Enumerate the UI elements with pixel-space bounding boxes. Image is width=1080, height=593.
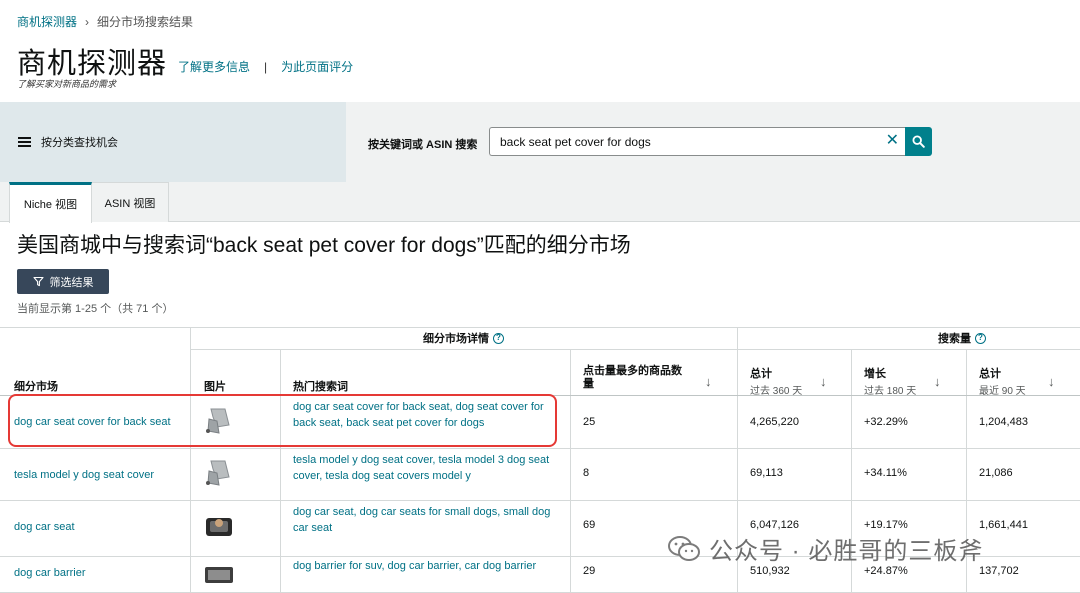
page-subtitle: 了解买家对新商品的需求 [17,79,117,89]
sort-arrow-icon[interactable]: ↓ [1048,374,1055,389]
column-growth-180-sub: 过去 180 天 [864,386,917,397]
search-band: 按分类查找机会 按关键词或 ASIN 搜索 ✕ [0,102,1080,182]
growth-180-value: +34.11% [864,467,907,479]
clicked-products-value: 8 [583,467,590,479]
niche-link[interactable]: dog car barrier [14,565,86,581]
rate-page-link[interactable]: 为此页面评分 [281,58,353,75]
clear-icon[interactable]: ✕ [886,132,899,150]
column-total-90-sub: 最近 90 天 [979,386,1026,397]
total-90-value: 137,702 [979,565,1019,577]
watermark: 公众号 · 必胜哥的三板斧 [667,531,983,566]
total-90-value: 1,661,441 [979,519,1028,531]
total-90-value: 1,204,483 [979,416,1028,428]
growth-180-value: +19.17% [864,519,908,531]
column-top-search-terms[interactable]: 热门搜索词 [293,378,348,394]
breadcrumb: 商机探测器 › 细分市场搜索结果 [17,13,193,30]
results-title: 美国商城中与搜索词“back seat pet cover for dogs”匹… [17,234,631,257]
page-title: 商机探测器 [17,48,168,80]
product-thumbnail[interactable] [203,457,235,489]
search-input[interactable] [490,128,870,155]
top-search-terms[interactable]: tesla model y dog seat cover, tesla mode… [293,452,555,484]
column-total-90[interactable]: 总计 最近 90 天 [979,365,1026,397]
header-divider: | [264,59,268,74]
column-total-360-sub: 过去 360 天 [750,386,803,397]
clicked-products-value: 69 [583,519,596,531]
growth-180-value: +24.87% [864,565,908,577]
category-finder-label: 按分类查找机会 [41,137,118,149]
learn-more-link[interactable]: 了解更多信息 [178,58,250,75]
niche-link[interactable]: tesla model y dog seat cover [14,467,154,483]
sort-arrow-icon[interactable]: ↓ [934,374,941,389]
search-box: ✕ [489,127,905,156]
total-360-value: 6,047,126 [750,519,799,531]
total-360-value: 4,265,220 [750,416,799,428]
column-growth-180[interactable]: 增长 过去 180 天 [864,365,916,397]
column-total-90-label: 总计 [979,368,1001,380]
menu-icon [18,137,31,147]
niche-link[interactable]: dog car seat [14,519,75,535]
top-search-terms[interactable]: dog car seat, dog car seats for small do… [293,504,555,536]
results-count: 当前显示第 1-25 个（共 71 个） [17,303,174,315]
column-total-360-label: 总计 [750,368,772,380]
column-clicked-products-line1: 点击量最多的商品数 [583,365,682,377]
clicked-products-value: 25 [583,416,596,428]
group-niche-details-label: 细分市场详情 [423,333,489,345]
search-button[interactable] [905,127,932,156]
column-total-360[interactable]: 总计 过去 360 天 [750,365,802,397]
column-growth-180-label: 增长 [864,368,886,380]
sort-arrow-icon[interactable]: ↓ [705,374,712,389]
search-icon [912,135,925,148]
filter-results-button[interactable]: 筛选结果 [17,269,109,294]
growth-180-value: +32.29% [864,416,908,428]
watermark-text: 公众号 · 必胜哥的三板斧 [709,538,984,565]
group-search-volume-label: 搜索量 [938,333,971,345]
tab-niche-view[interactable]: Niche 视图 [9,182,92,223]
top-search-terms[interactable]: dog barrier for suv, dog car barrier, ca… [293,558,555,574]
filter-icon [32,276,44,287]
clicked-products-value: 29 [583,565,596,577]
breadcrumb-current: 细分市场搜索结果 [97,15,194,29]
info-icon[interactable]: ? [493,332,504,344]
category-finder-button[interactable]: 按分类查找机会 [0,102,346,182]
wechat-icon [668,535,700,561]
total-360-value: 510,932 [750,565,790,577]
sort-arrow-icon[interactable]: ↓ [820,374,827,389]
header-links: 了解更多信息 | 为此页面评分 [178,58,353,75]
view-tabs: Niche 视图 ASIN 视图 [0,182,1080,223]
keyword-search-label: 按关键词或 ASIN 搜索 [368,139,478,151]
group-search-volume: 搜索量 ? [737,327,1080,349]
product-thumbnail[interactable] [203,559,235,591]
total-90-value: 21,086 [979,467,1013,479]
column-clicked-products-line2: 量 [583,378,594,390]
column-image: 图片 [204,381,226,393]
tab-asin-view[interactable]: ASIN 视图 [92,182,169,222]
total-360-value: 69,113 [750,467,783,479]
filter-results-label: 筛选结果 [49,276,94,289]
info-icon[interactable]: ? [975,332,986,344]
column-clicked-products[interactable]: 点击量最多的商品数 量 [583,365,682,391]
column-niche[interactable]: 细分市场 [14,378,58,394]
chevron-right-icon: › [85,14,90,29]
highlight-box [8,394,557,447]
breadcrumb-root-link[interactable]: 商机探测器 [17,13,77,30]
product-thumbnail[interactable] [203,509,235,541]
group-niche-details: 细分市场详情 ? [190,327,737,349]
